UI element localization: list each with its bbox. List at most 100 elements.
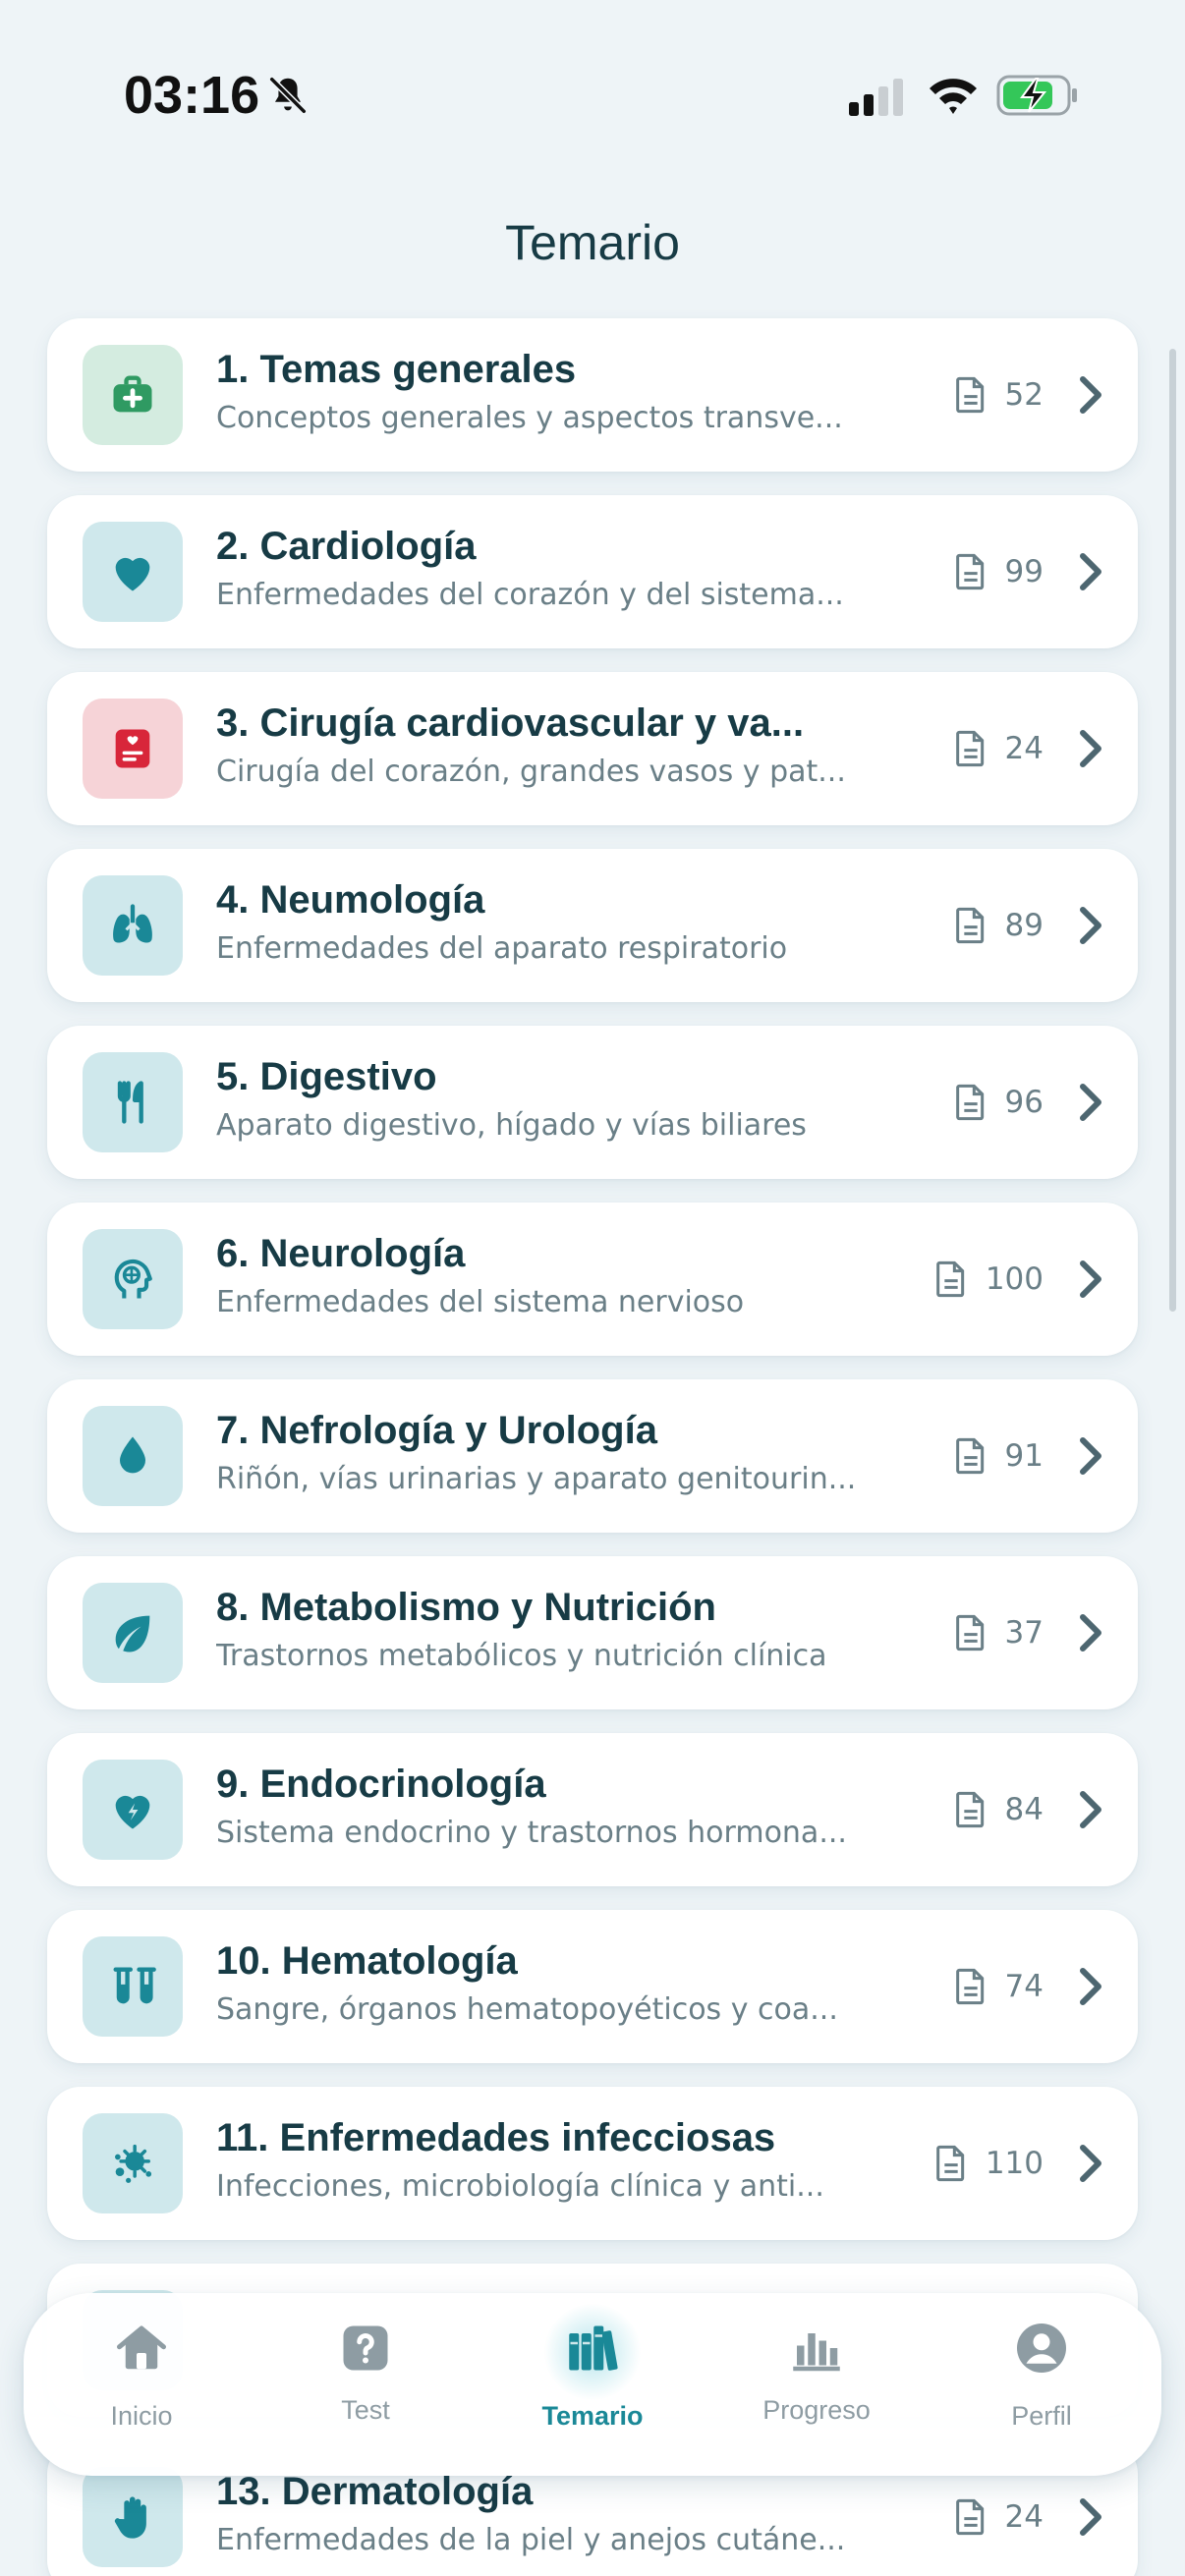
medical-record-icon [83, 699, 183, 799]
bar-chart-icon [793, 2333, 840, 2372]
status-bar: 03:16 [0, 0, 1185, 196]
question-count: 37 [1004, 1615, 1044, 1651]
topic-card-11[interactable]: 11. Enfermedades infecciosas Infecciones… [47, 2087, 1138, 2240]
bottom-nav: Inicio Test Temario Progreso Perfil [24, 2293, 1161, 2476]
topic-title: 5. Digestivo [216, 1055, 437, 1098]
topic-card-6[interactable]: 6. Neurología Enfermedades del sistema n… [47, 1203, 1138, 1356]
chevron-right-icon [1080, 1437, 1101, 1475]
topic-subtitle: Enfermedades del sistema nervioso [216, 1285, 745, 1319]
topic-title: 4. Neumología [216, 878, 485, 922]
question-count: 24 [1004, 731, 1044, 766]
document-icon [954, 375, 988, 415]
bell-off-icon [269, 77, 307, 114]
virus-icon [83, 2113, 183, 2213]
topic-title: 2. Cardiología [216, 525, 477, 568]
topic-title: 3. Cirugía cardiovascular y va... [216, 701, 805, 745]
nav-tab-progreso[interactable]: Progreso [728, 2293, 905, 2476]
topic-subtitle: Conceptos generales y aspectos transve..… [216, 401, 843, 435]
nav-tab-temario[interactable]: Temario [504, 2293, 681, 2476]
topic-subtitle: Enfermedades del corazón y del sistema..… [216, 578, 844, 612]
medical-kit-icon [83, 345, 183, 445]
topic-title: 11. Enfermedades infecciosas [216, 2116, 776, 2159]
battery-charging-icon [996, 75, 1077, 116]
chevron-right-icon [1080, 2145, 1101, 2182]
nav-label: Perfil [1011, 2401, 1072, 2431]
nav-tab-test[interactable]: Test [277, 2293, 454, 2476]
topic-title: 7. Nefrología y Urología [216, 1409, 657, 1452]
nav-tab-inicio[interactable]: Inicio [53, 2293, 230, 2476]
question-count: 99 [1004, 554, 1044, 589]
test-tubes-icon [83, 1936, 183, 2037]
heart-bolt-icon [83, 1760, 183, 1860]
chevron-right-icon [1080, 1084, 1101, 1121]
question-count: 100 [985, 1261, 1044, 1297]
topic-card-7[interactable]: 7. Nefrología y Urología Riñón, vías uri… [47, 1379, 1138, 1533]
nav-tab-perfil[interactable]: Perfil [953, 2293, 1130, 2476]
drop-icon [83, 1406, 183, 1506]
topic-subtitle: Riñón, vías urinarias y aparato genitour… [216, 1462, 857, 1496]
document-icon [954, 906, 988, 945]
document-icon [954, 1613, 988, 1652]
home-icon [117, 2325, 166, 2370]
document-icon [954, 1967, 988, 2006]
topic-card-4[interactable]: 4. Neumología Enfermedades del aparato r… [47, 849, 1138, 1002]
chevron-right-icon [1080, 1614, 1101, 1652]
topic-card-3[interactable]: 3. Cirugía cardiovascular y va... Cirugí… [47, 672, 1138, 825]
leaf-icon [83, 1583, 183, 1683]
chevron-right-icon [1080, 730, 1101, 767]
topic-subtitle: Infecciones, microbiología clínica y ant… [216, 2169, 824, 2204]
topic-card-5[interactable]: 5. Digestivo Aparato digestivo, hígado y… [47, 1026, 1138, 1179]
chevron-right-icon [1080, 553, 1101, 590]
topic-card-1[interactable]: 1. Temas generales Conceptos generales y… [47, 318, 1138, 472]
document-icon [954, 2497, 988, 2537]
topic-title: 8. Metabolismo y Nutrición [216, 1586, 716, 1629]
question-count: 91 [1004, 1438, 1044, 1474]
question-icon [343, 2325, 388, 2371]
chevron-right-icon [1080, 1791, 1101, 1828]
document-icon [954, 1436, 988, 1476]
topic-title: 10. Hematología [216, 1939, 518, 1983]
topic-title: 13. Dermatología [216, 2470, 534, 2513]
question-count: 74 [1004, 1969, 1044, 2004]
topic-subtitle: Aparato digestivo, hígado y vías biliare… [216, 1108, 807, 1143]
topic-card-2[interactable]: 2. Cardiología Enfermedades del corazón … [47, 495, 1138, 648]
question-count: 24 [1004, 2499, 1044, 2535]
topic-subtitle: Sistema endocrino y trastornos hormona..… [216, 1816, 847, 1850]
topic-title: 9. Endocrinología [216, 1763, 546, 1806]
nav-label: Temario [541, 2401, 644, 2431]
chevron-right-icon [1080, 1968, 1101, 2005]
status-time: 03:16 [124, 66, 260, 125]
chevron-right-icon [1080, 376, 1101, 414]
chevron-right-icon [1080, 2498, 1101, 2536]
heart-icon [83, 522, 183, 622]
topic-subtitle: Trastornos metabólicos y nutrición clíni… [216, 1639, 827, 1673]
user-icon [1017, 2324, 1066, 2373]
topic-title: 1. Temas generales [216, 348, 577, 391]
topic-subtitle: Enfermedades del aparato respiratorio [216, 931, 788, 966]
cellular-signal-icon [849, 79, 903, 116]
topic-subtitle: Sangre, órganos hematopoyéticos y coa... [216, 1992, 838, 2027]
lungs-icon [83, 875, 183, 976]
utensils-icon [83, 1052, 183, 1152]
question-count: 110 [985, 2146, 1044, 2181]
nav-label: Progreso [762, 2395, 871, 2425]
chevron-right-icon [1080, 1260, 1101, 1298]
document-icon [934, 2144, 968, 2183]
chevron-right-icon [1080, 907, 1101, 944]
document-icon [954, 1790, 988, 1829]
question-count: 52 [1004, 377, 1044, 413]
topic-card-8[interactable]: 8. Metabolismo y Nutrición Trastornos me… [47, 1556, 1138, 1709]
nav-label: Inicio [110, 2401, 173, 2431]
topic-subtitle: Enfermedades de la piel y anejos cutáne.… [216, 2523, 846, 2557]
scroll-indicator[interactable] [1169, 349, 1176, 1312]
topic-card-9[interactable]: 9. Endocrinología Sistema endocrino y tr… [47, 1733, 1138, 1886]
wifi-icon [930, 79, 977, 114]
document-icon [954, 1083, 988, 1122]
brain-head-icon [83, 1229, 183, 1329]
document-icon [954, 729, 988, 768]
document-icon [934, 1260, 968, 1299]
topic-card-10[interactable]: 10. Hematología Sangre, órganos hematopo… [47, 1910, 1138, 2063]
books-icon [569, 2325, 618, 2371]
document-icon [954, 552, 988, 591]
question-count: 96 [1004, 1085, 1044, 1120]
